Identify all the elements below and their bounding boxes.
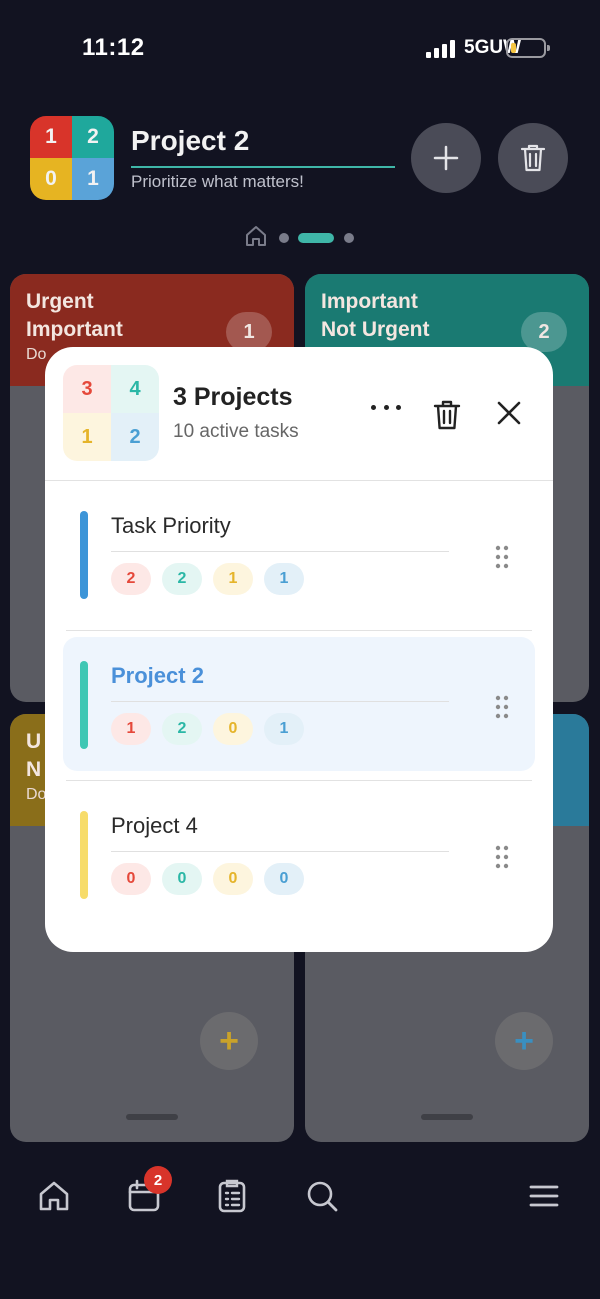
project-separator: [66, 780, 532, 781]
count-not-urgent-not-important: 0: [264, 863, 304, 895]
project-subtitle: Prioritize what matters!: [131, 172, 304, 191]
all-projects-logo: 3 4 1 2: [63, 365, 159, 461]
modal-subtitle: 10 active tasks: [173, 421, 299, 442]
count-not-urgent-not-important: 1: [264, 563, 304, 595]
logo-count-not-urgent-not-important: 1: [72, 158, 114, 200]
count-important-not-urgent: 0: [162, 863, 202, 895]
delete-project-button[interactable]: [498, 123, 568, 193]
project-name: Project 4: [111, 813, 198, 838]
search-icon[interactable]: [304, 1178, 340, 1214]
project-color-bar: [80, 661, 88, 749]
quadrant-count: 1: [226, 312, 272, 352]
page-dot-active[interactable]: [298, 233, 334, 243]
count-urgent-important: 1: [111, 713, 151, 745]
menu-icon[interactable]: [526, 1178, 562, 1214]
add-task-button[interactable]: +: [495, 1012, 553, 1070]
project-name: Project 2: [111, 663, 204, 688]
logo-count-important-not-urgent: 4: [111, 365, 159, 413]
quadrant-count: 2: [521, 312, 567, 352]
project-divider: [111, 851, 449, 852]
count-important-not-urgent: 2: [162, 713, 202, 745]
clipboard-list-icon[interactable]: [214, 1178, 250, 1214]
project-divider: [111, 701, 449, 702]
project-counts: 2 2 1 1: [111, 563, 304, 595]
notification-badge: 2: [144, 1166, 172, 1194]
count-urgent-important: 0: [111, 863, 151, 895]
page-dot[interactable]: [344, 233, 354, 243]
drag-handle[interactable]: [421, 1114, 473, 1120]
project-counts: 0 0 0 0: [111, 863, 304, 895]
count-not-urgent-not-important: 1: [264, 713, 304, 745]
more-options-icon[interactable]: [371, 397, 401, 417]
battery-icon: [506, 38, 550, 58]
page-dot[interactable]: [279, 233, 289, 243]
project-item[interactable]: Task Priority 2 2 1 1: [63, 487, 535, 621]
status-time: 11:12: [82, 34, 145, 61]
home-page-icon[interactable]: [244, 224, 268, 248]
title-underline: [131, 166, 395, 168]
logo-count-urgent-important: 1: [30, 116, 72, 158]
bottom-navigation: 2: [0, 1160, 600, 1240]
drag-grip-icon[interactable]: [495, 845, 509, 869]
project-color-bar: [80, 811, 88, 899]
project-color-bar: [80, 511, 88, 599]
add-task-button[interactable]: +: [200, 1012, 258, 1070]
project-item[interactable]: Project 4 0 0 0 0: [63, 787, 535, 921]
modal-divider: [45, 480, 553, 481]
project-counts: 1 2 0 1: [111, 713, 304, 745]
drag-grip-icon[interactable]: [495, 545, 509, 569]
count-urgent-not-important: 0: [213, 863, 253, 895]
logo-count-urgent-important: 3: [63, 365, 111, 413]
page-indicator[interactable]: [0, 224, 600, 250]
project-logo[interactable]: 1 2 0 1: [30, 116, 114, 200]
project-separator: [66, 630, 532, 631]
close-icon[interactable]: [497, 401, 521, 425]
modal-title: 3 Projects: [173, 383, 293, 411]
project-name: Task Priority: [111, 513, 231, 538]
drag-handle[interactable]: [126, 1114, 178, 1120]
project-item-active[interactable]: Project 2 1 2 0 1: [63, 637, 535, 771]
status-bar: 11:12 5GUW: [0, 0, 600, 96]
logo-count-urgent-not-important: 1: [63, 413, 111, 461]
drag-grip-icon[interactable]: [495, 695, 509, 719]
project-divider: [111, 551, 449, 552]
signal-icon: [426, 40, 456, 58]
count-urgent-important: 2: [111, 563, 151, 595]
logo-count-important-not-urgent: 2: [72, 116, 114, 158]
project-header: 1 2 0 1 Project 2 Prioritize what matter…: [0, 110, 600, 210]
home-icon[interactable]: [36, 1178, 72, 1214]
trash-icon: [520, 144, 546, 172]
plus-icon: [433, 145, 459, 171]
logo-count-urgent-not-important: 0: [30, 158, 72, 200]
project-title[interactable]: Project 2: [131, 125, 249, 157]
add-project-button[interactable]: [411, 123, 481, 193]
count-urgent-not-important: 0: [213, 713, 253, 745]
trash-icon[interactable]: [433, 399, 461, 431]
count-important-not-urgent: 2: [162, 563, 202, 595]
count-urgent-not-important: 1: [213, 563, 253, 595]
logo-count-not-urgent-not-important: 2: [111, 413, 159, 461]
project-switcher-modal: 3 4 1 2 3 Projects 10 active tasks Task …: [45, 347, 553, 952]
